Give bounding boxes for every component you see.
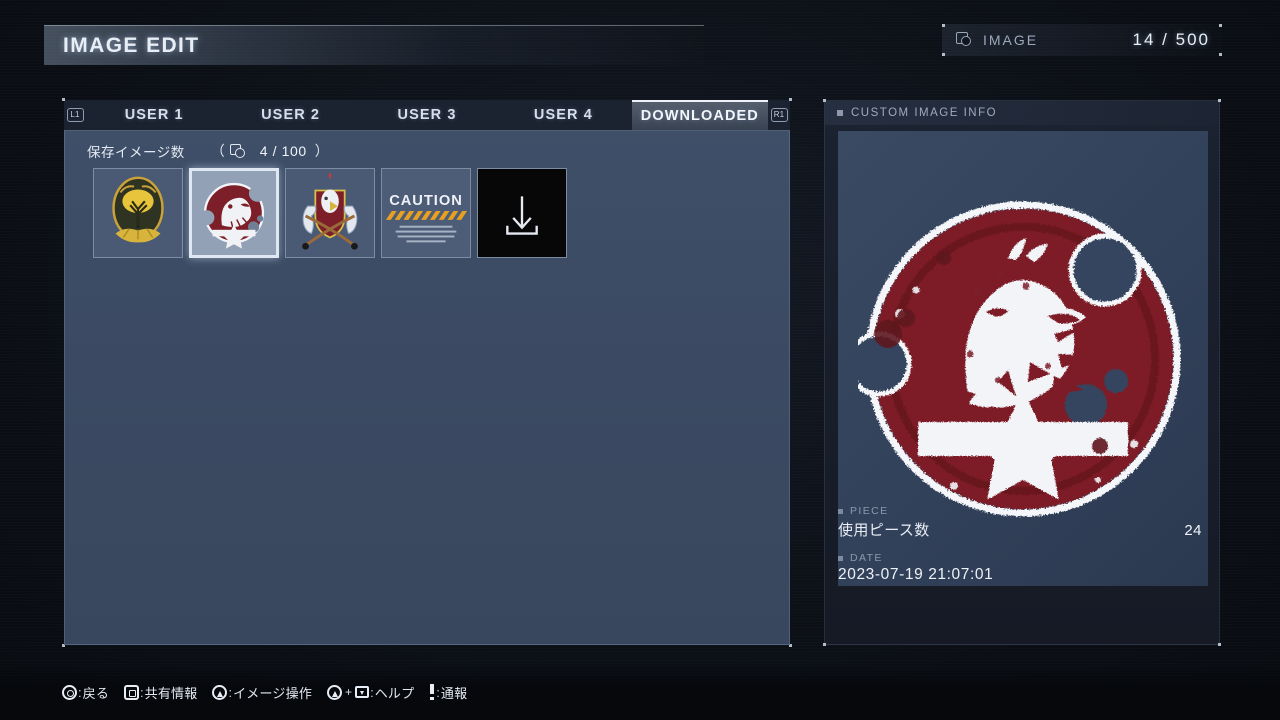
tab-user-2[interactable]: USER 2 <box>222 100 358 130</box>
tab-label: USER 4 <box>533 107 593 123</box>
triangle-button-icon <box>212 684 228 700</box>
tab-label: USER 1 <box>124 107 184 123</box>
r1-shoulder-button[interactable]: R1 <box>768 100 790 130</box>
piece-section-label: PIECE <box>850 505 889 517</box>
thumbnail-heraldic-crest-emblem[interactable] <box>285 168 375 258</box>
tab-downloaded[interactable]: DOWNLOADED <box>631 100 769 130</box>
hint-label: イメージ操作 <box>233 685 313 701</box>
hint-help[interactable]: + : ヘルプ <box>327 683 414 702</box>
svg-text:CAUTION: CAUTION <box>389 193 463 209</box>
piece-value: 24 <box>1184 522 1202 539</box>
bullet-icon <box>838 555 843 561</box>
footer-hints: : 戻る : 共有情報 : イメージ操作 + : ヘルプ : 通報 <box>0 664 1280 720</box>
image-counter-box: IMAGE 14 / 500 <box>942 24 1222 56</box>
report-icon <box>429 684 435 700</box>
saved-image-count: 保存イメージ数 （ 4 / 100 ） <box>65 131 789 161</box>
diamond-dogs-emblem-icon <box>192 171 276 255</box>
hint-back[interactable]: : 戻る <box>62 683 109 702</box>
saved-count-value: 4 / 100 <box>259 143 307 159</box>
page-title: IMAGE EDIT <box>63 33 200 57</box>
download-icon <box>478 169 566 257</box>
hint-label: ヘルプ <box>374 685 415 701</box>
thumbnail-diamond-dogs-emblem[interactable] <box>189 168 279 258</box>
date-section-header: DATE <box>838 552 1208 564</box>
l1-icon: L1 <box>66 108 84 122</box>
tab-bar: L1 USER 1 USER 2 USER 3 USER 4 DOWNLOADE… <box>64 100 790 130</box>
hint-colon: : <box>140 684 144 700</box>
hint-label: 戻る <box>82 685 110 701</box>
tab-label: USER 2 <box>261 107 321 123</box>
hint-image-operation[interactable]: : イメージ操作 <box>212 683 312 702</box>
hint-share-info[interactable]: : 共有情報 <box>124 683 197 702</box>
hint-report[interactable]: : 通報 <box>429 683 467 702</box>
image-counter-label: IMAGE <box>983 32 1039 48</box>
hint-colon: : <box>78 684 82 700</box>
tab-user-4[interactable]: USER 4 <box>495 100 631 130</box>
tab-user-3[interactable]: USER 3 <box>359 100 495 130</box>
image-metadata: PIECE 使用ピース数 24 DATE 2023-07-19 21:07:01 <box>838 505 1208 584</box>
gold-tree-emblem-icon <box>94 169 182 257</box>
hint-label: 通報 <box>440 685 468 701</box>
piece-row: 使用ピース数 24 <box>838 519 1208 540</box>
hint-colon: : <box>436 684 440 700</box>
tab-label: DOWNLOADED <box>640 108 759 124</box>
gallery-content: 保存イメージ数 （ 4 / 100 ） CAUTION <box>64 130 790 645</box>
image-icon <box>229 143 246 159</box>
gallery-panel: L1 USER 1 USER 2 USER 3 USER 4 DOWNLOADE… <box>62 98 792 647</box>
plus-sign: + <box>345 685 353 699</box>
piece-label: 使用ピース数 <box>838 522 930 539</box>
tab-user-1[interactable]: USER 1 <box>86 100 222 130</box>
image-icon <box>956 32 973 48</box>
heraldic-crest-emblem-icon <box>286 169 374 257</box>
circle-button-icon <box>62 684 77 700</box>
tab-label: USER 3 <box>397 107 457 123</box>
thumbnail-gold-tree-emblem[interactable] <box>93 168 183 258</box>
paren-open: （ <box>210 143 225 159</box>
triangle-button-icon <box>327 684 343 700</box>
image-counter-value: 14 / 500 <box>1132 30 1210 49</box>
thumbnail-download-slot[interactable] <box>477 168 567 258</box>
bullet-icon <box>837 110 843 116</box>
info-panel-title: CUSTOM IMAGE INFO <box>851 107 998 119</box>
r1-icon: R1 <box>770 108 788 122</box>
hint-label: 共有情報 <box>144 685 198 701</box>
paren-close: ） <box>314 143 329 159</box>
info-panel-header: CUSTOM IMAGE INFO <box>825 101 1219 125</box>
saved-count-label: 保存イメージ数 <box>87 145 185 160</box>
title-bar: IMAGE EDIT <box>44 25 704 65</box>
custom-image-info-panel: CUSTOM IMAGE INFO PIECE 使用ピース数 24 DATE 2… <box>823 99 1221 646</box>
image-edit-screen: IMAGE EDIT IMAGE 14 / 500 L1 USER 1 USER… <box>0 0 1280 720</box>
date-section-label: DATE <box>850 552 883 564</box>
hint-colon: : <box>370 684 374 700</box>
bullet-icon <box>838 508 843 514</box>
hint-colon: : <box>228 684 233 700</box>
square-button-icon <box>124 684 140 700</box>
piece-section-header: PIECE <box>838 505 1208 517</box>
dpad-down-icon <box>355 686 370 698</box>
thumbnail-grid: CAUTION <box>65 161 789 258</box>
thumbnail-caution-banner-emblem[interactable]: CAUTION <box>381 168 471 258</box>
image-counter: IMAGE 14 / 500 <box>942 24 1222 56</box>
caution-banner-icon: CAUTION <box>382 169 470 257</box>
l1-shoulder-button[interactable]: L1 <box>64 100 86 130</box>
date-value: 2023-07-19 21:07:01 <box>838 566 994 583</box>
diamond-dogs-emblem-large-icon <box>858 201 1181 516</box>
